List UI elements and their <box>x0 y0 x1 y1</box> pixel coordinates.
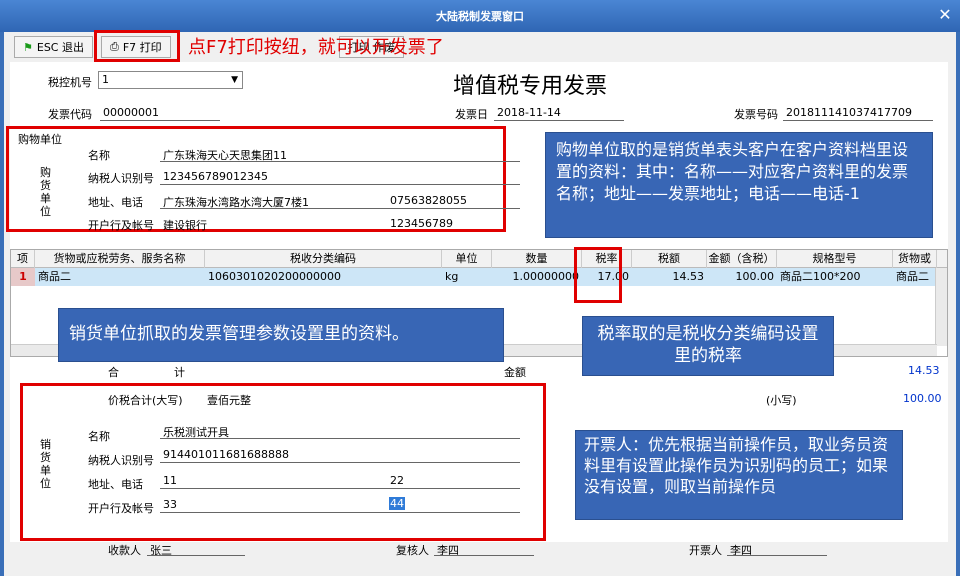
invoice-date-value: 2018-11-14 <box>497 106 561 119</box>
seller-address-label: 地址、电话 <box>88 478 143 491</box>
buyer-bank-value: 建设银行 <box>163 219 207 232</box>
row-tax: 14.53 <box>672 270 705 283</box>
esc-exit-button[interactable]: ⚑ ESC 退出 <box>14 36 93 58</box>
invoice-date-label: 发票日 <box>455 108 488 121</box>
buyer-name-label: 名称 <box>88 149 110 162</box>
seller-bank-label: 开户行及帐号 <box>88 502 154 515</box>
row-name: 商品二 <box>38 270 71 283</box>
rate-callout: 税率取的是税收分类编码设置里的税率 <box>582 316 834 376</box>
row-spec: 商品二100*200 <box>780 270 861 283</box>
col-qty: 数量 <box>492 250 582 268</box>
buyer-phone-value: 07563828055 <box>390 194 467 207</box>
col-name: 货物或应税劳务、服务名称 <box>35 250 205 268</box>
drawer-callout: 开票人：优先根据当前操作员，取业务员资料里有设置此操作员为识别码的员工；如果没有… <box>575 430 903 520</box>
print-button-highlight <box>94 30 180 62</box>
buyer-tax-value: 123456789012345 <box>163 170 268 183</box>
table-row[interactable]: 1 商品二 1060301020200000000 kg 1.00000000 … <box>11 268 937 286</box>
row-qty: 1.00000000 <box>512 270 579 283</box>
total-amount-label: 金额 <box>504 366 526 379</box>
seller-account-value[interactable]: 44 <box>389 497 405 510</box>
close-icon[interactable]: ✕ <box>936 6 954 24</box>
buyer-bank-label: 开户行及帐号 <box>88 219 154 232</box>
invoice-title: 增值税专用发票 <box>453 74 608 99</box>
buyer-tax-label: 纳税人识别号 <box>88 172 154 185</box>
window-title: 大陆税制发票窗口 <box>436 10 524 23</box>
row-unit: kg <box>445 270 459 283</box>
seller-bank-value: 33 <box>163 498 177 511</box>
invoice-code-label: 发票代码 <box>48 108 92 121</box>
seller-name-label: 名称 <box>88 430 110 443</box>
chevron-down-icon: ▼ <box>231 75 238 85</box>
tax-machine-select[interactable]: 1 ▼ <box>98 71 243 89</box>
payee-label: 收款人 <box>108 544 141 557</box>
invoice-number-value: 201811141037417709 <box>786 106 912 119</box>
seller-tax-value: 914401011681688888 <box>163 448 289 461</box>
vertical-scrollbar[interactable] <box>935 268 947 346</box>
col-extra: 货物或应 <box>893 250 937 268</box>
total-ji-label: 计 <box>174 366 185 379</box>
seller-tax-label: 纳税人识别号 <box>88 454 154 467</box>
buyer-side-label: 购 货 单 位 <box>40 166 51 218</box>
table-header: 项 货物或应税劳务、服务名称 税收分类编码 单位 数量 税率 税额 金额（含税）… <box>11 250 947 268</box>
col-no: 项 <box>11 250 35 268</box>
tax-machine-value: 1 <box>102 73 109 86</box>
row-extra: 商品二 <box>896 270 929 283</box>
total-small-label: (小写) <box>766 394 797 407</box>
row-amount: 100.00 <box>735 270 775 283</box>
tax-machine-label: 税控机号 <box>48 76 92 89</box>
col-tax: 税额 <box>632 250 707 268</box>
buyer-account-value: 123456789 <box>390 217 453 230</box>
buyer-section-label: 购物单位 <box>18 133 62 146</box>
invoice-number-label: 发票号码 <box>734 108 778 121</box>
seller-side-label: 销 货 单 位 <box>40 438 51 490</box>
print-annotation: 点F7打印按纽，就可以开发票了 <box>188 37 444 58</box>
seller-phone-value: 22 <box>390 474 404 487</box>
invoice-code-value: 00000001 <box>103 106 159 119</box>
buyer-callout: 购物单位取的是销货单表头客户在客户资料档里设置的资料：其中：名称——对应客户资料… <box>545 132 933 238</box>
col-amount: 金额（含税） <box>707 250 777 268</box>
total-tax-value: 14.53 <box>908 364 940 377</box>
col-unit: 单位 <box>442 250 492 268</box>
total-small-value: 100.00 <box>903 392 942 405</box>
total-he-label: 合 <box>108 366 119 379</box>
buyer-address-label: 地址、电话 <box>88 196 143 209</box>
col-spec: 规格型号 <box>777 250 893 268</box>
exit-icon: ⚑ <box>23 40 33 54</box>
seller-address-value: 11 <box>163 474 177 487</box>
drawer-label: 开票人 <box>689 544 722 557</box>
seller-callout: 销货单位抓取的发票管理参数设置里的资料。 <box>58 308 504 362</box>
title-bar: 大陆税制发票窗口 ✕ <box>0 0 960 32</box>
tax-rate-highlight <box>574 247 622 303</box>
esc-exit-label: ESC 退出 <box>36 41 84 54</box>
row-code: 1060301020200000000 <box>208 270 341 283</box>
reviewer-label: 复核人 <box>396 544 429 557</box>
col-code: 税收分类编码 <box>205 250 442 268</box>
row-no: 1 <box>11 268 35 286</box>
